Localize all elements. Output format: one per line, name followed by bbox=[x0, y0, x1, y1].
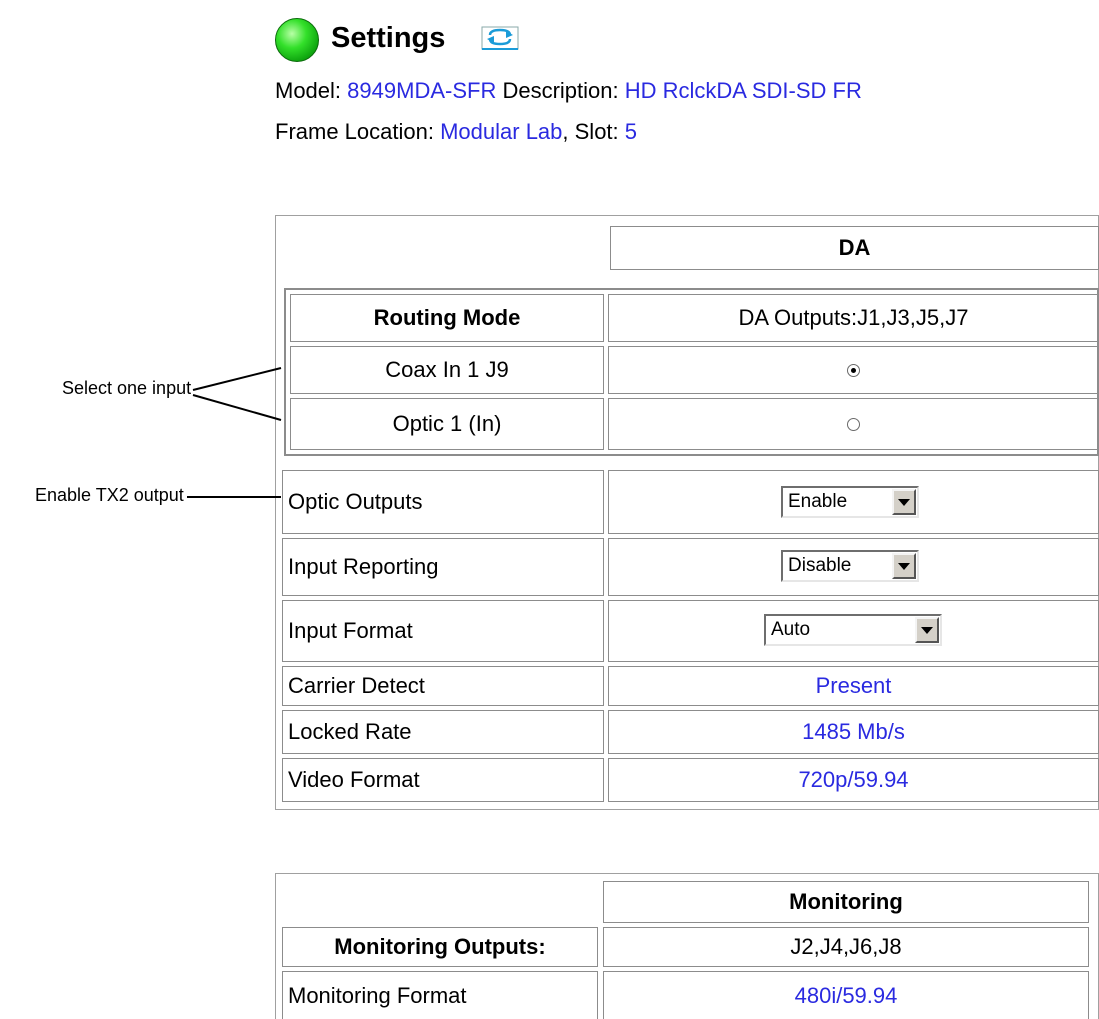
video-format-label: Video Format bbox=[282, 758, 604, 802]
coax-in-radio[interactable] bbox=[847, 363, 860, 377]
green-status-icon bbox=[275, 18, 319, 62]
model-value: 8949MDA-SFR bbox=[347, 78, 497, 103]
slot-value: 5 bbox=[624, 119, 638, 144]
input-radio-cell-optic bbox=[608, 398, 1099, 450]
da-header: DA bbox=[610, 226, 1099, 270]
frame-location-line: Frame Location: Modular Lab, Slot: 5 bbox=[275, 117, 637, 147]
slot-label: , Slot: bbox=[562, 119, 619, 144]
input-reporting-value: Disable bbox=[788, 555, 852, 576]
model-description-line: Model: 8949MDA-SFR Description: HD Rclck… bbox=[275, 76, 862, 106]
description-value: HD RclckDA SDI-SD FR bbox=[624, 78, 862, 103]
input-radio-cell-coax bbox=[608, 346, 1099, 394]
monitoring-outputs-value: J2,J4,J6,J8 bbox=[603, 927, 1089, 967]
callout-enable-tx2: Enable TX2 output bbox=[35, 485, 184, 505]
optic-outputs-label: Optic Outputs bbox=[282, 470, 604, 534]
da-outputs-header: DA Outputs:J1,J3,J5,J7 bbox=[608, 294, 1099, 342]
carrier-detect-label: Carrier Detect bbox=[282, 666, 604, 706]
chevron-down-icon bbox=[915, 617, 939, 643]
callout-select-input: Select one input bbox=[62, 378, 192, 398]
monitoring-outputs-label: Monitoring Outputs: bbox=[282, 927, 598, 967]
input-format-select[interactable]: Auto bbox=[764, 614, 942, 646]
input-reporting-select[interactable]: Disable bbox=[781, 550, 919, 582]
model-label: Model: bbox=[275, 78, 342, 103]
chevron-down-icon bbox=[892, 553, 916, 579]
monitoring-format-label: Monitoring Format bbox=[282, 971, 598, 1019]
optic-outputs-value: Enable bbox=[788, 491, 848, 512]
input-reporting-label: Input Reporting bbox=[282, 538, 604, 596]
frame-location-label: Frame Location: bbox=[275, 119, 434, 144]
locked-rate-label: Locked Rate bbox=[282, 710, 604, 754]
video-format-value: 720p/59.94 bbox=[608, 758, 1099, 802]
input-format-value: Auto bbox=[771, 619, 811, 640]
description-label: Description: bbox=[502, 78, 619, 103]
optic-in-radio[interactable] bbox=[847, 417, 860, 431]
frame-location-value[interactable]: Modular Lab bbox=[440, 119, 562, 144]
monitoring-format-value: 480i/59.94 bbox=[603, 971, 1089, 1019]
input-format-label: Input Format bbox=[282, 600, 604, 662]
chevron-down-icon bbox=[892, 489, 916, 515]
optic-outputs-select[interactable]: Enable bbox=[781, 486, 919, 518]
refresh-icon[interactable] bbox=[480, 22, 520, 52]
routing-mode-header: Routing Mode bbox=[290, 294, 604, 342]
page-title: Settings bbox=[331, 22, 446, 54]
carrier-detect-value: Present bbox=[608, 666, 1099, 706]
input-label-optic: Optic 1 (In) bbox=[290, 398, 604, 450]
locked-rate-value: 1485 Mb/s bbox=[608, 710, 1099, 754]
input-label-coax: Coax In 1 J9 bbox=[290, 346, 604, 394]
monitoring-header: Monitoring bbox=[603, 881, 1089, 923]
